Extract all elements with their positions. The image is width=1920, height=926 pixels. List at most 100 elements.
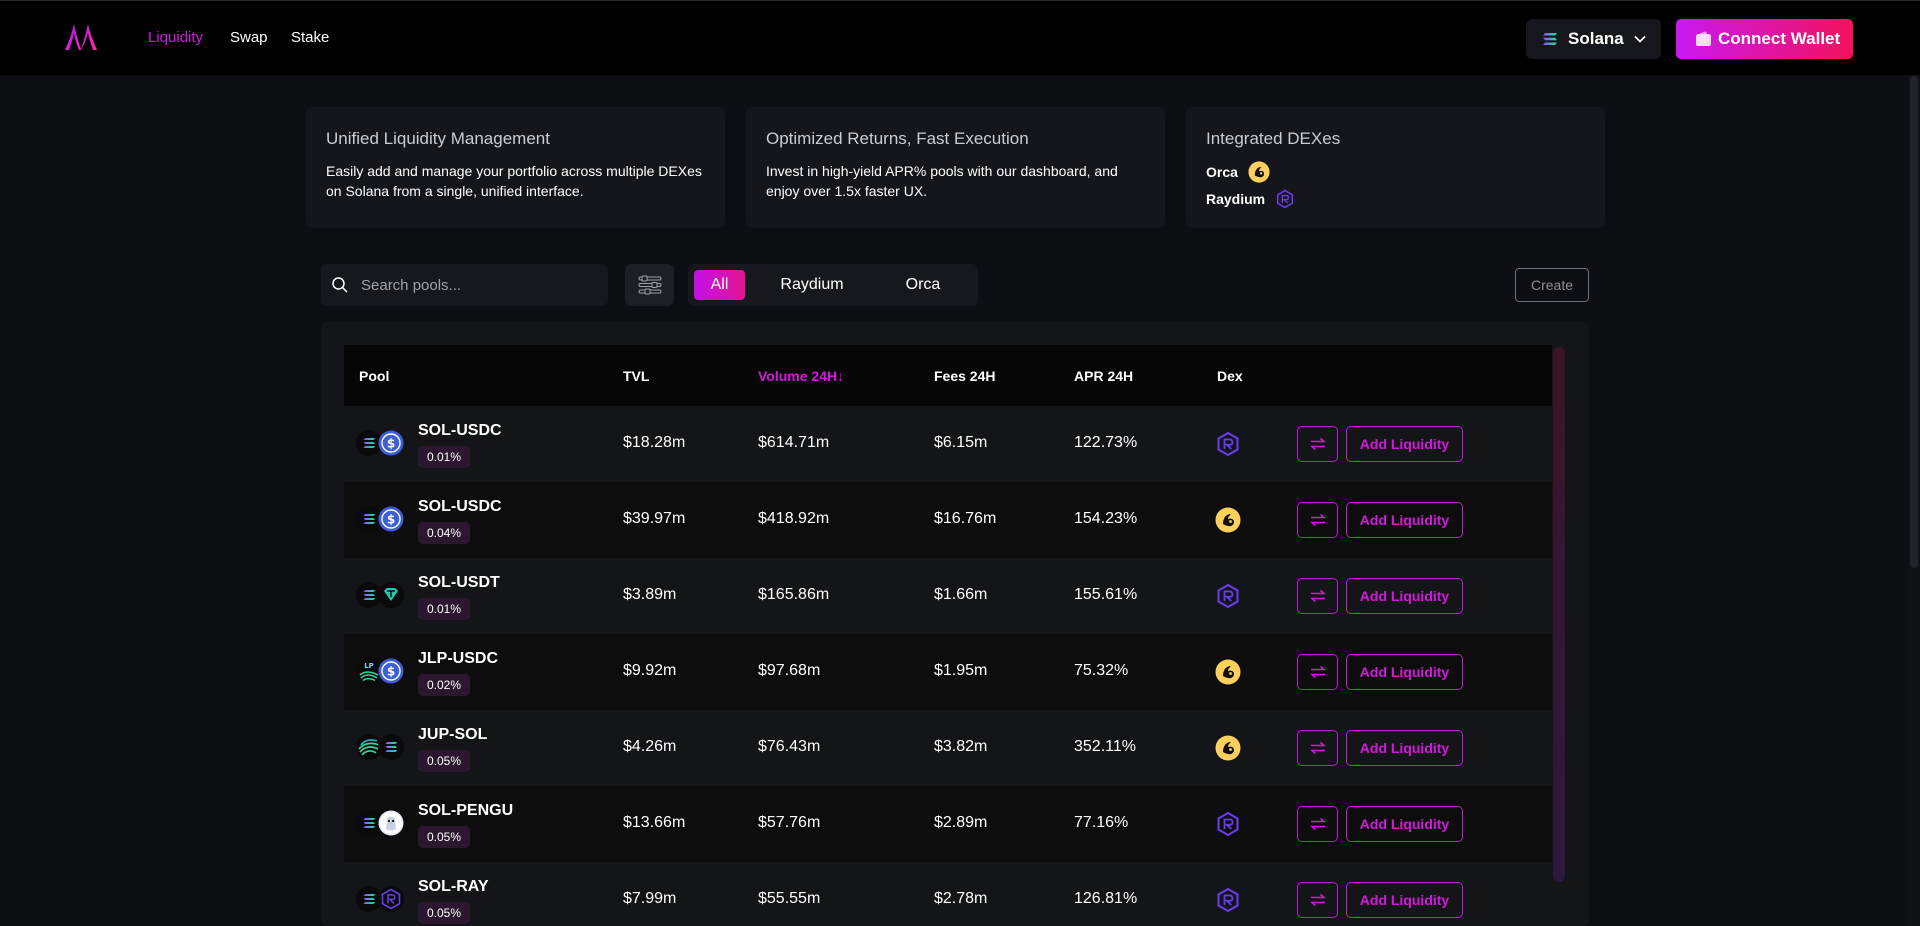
nav-swap[interactable]: Swap [230, 29, 268, 46]
wallet-icon [1696, 31, 1711, 46]
volume-value: $97.68m [758, 662, 821, 679]
table-row[interactable]: SOL-RAY 0.05% $7.99m $55.55m $2.78m 126.… [344, 862, 1552, 926]
fee-tier-badge: 0.05% [418, 826, 471, 848]
pools-table-container: Pool TVL Volume 24H↓ Fees 24H APR 24H De… [321, 322, 1589, 926]
sol-token-icon [356, 810, 382, 836]
table-scrollbar[interactable] [1553, 347, 1565, 882]
orca-icon [1215, 659, 1241, 685]
pool-name: SOL-USDC [418, 498, 502, 515]
fees-value: $2.78m [934, 890, 988, 907]
network-select[interactable]: Solana [1526, 19, 1661, 59]
fee-tier-badge: 0.01% [418, 598, 471, 620]
svg-text:$: $ [387, 437, 395, 451]
header-tvl[interactable]: TVL [623, 368, 649, 384]
apr-value: 352.11% [1074, 738, 1136, 755]
add-liquidity-button[interactable]: Add Liquidity [1346, 502, 1463, 538]
swap-arrows-icon [1309, 665, 1326, 679]
swap-arrows-icon [1309, 893, 1326, 907]
swap-button[interactable] [1297, 882, 1338, 918]
sort-desc-icon: ↓ [837, 367, 845, 384]
orca-icon [1215, 735, 1241, 761]
ray-token-icon [378, 886, 404, 912]
volume-value: $165.86m [758, 586, 830, 603]
add-liquidity-button[interactable]: Add Liquidity [1346, 654, 1463, 690]
volume-value: $57.76m [758, 814, 821, 831]
raydium-icon [1277, 189, 1294, 209]
swap-button[interactable] [1297, 730, 1338, 766]
card-title: Unified Liquidity Management [326, 129, 550, 148]
connect-wallet-button[interactable]: Connect Wallet [1676, 19, 1853, 59]
header-pool[interactable]: Pool [359, 368, 389, 384]
sol-token-icon [378, 734, 404, 760]
tvl-value: $4.26m [623, 738, 677, 755]
pengu-token-icon [378, 810, 404, 836]
jlp-token-icon: LP [356, 658, 382, 684]
swap-arrows-icon [1309, 817, 1326, 831]
fee-tier-badge: 0.02% [418, 674, 471, 696]
swap-button[interactable] [1297, 654, 1338, 690]
table-row[interactable]: SOL-PENGU 0.05% $13.66m $57.76m $2.89m 7… [344, 786, 1552, 862]
swap-button[interactable] [1297, 806, 1338, 842]
swap-arrows-icon [1309, 513, 1326, 527]
filter-all[interactable]: All [694, 270, 745, 300]
pool-name: SOL-USDT [418, 574, 500, 591]
nav-liquidity[interactable]: Liquidity [148, 29, 203, 46]
card-description: Easily add and manage your portfolio acr… [326, 163, 702, 199]
svg-text:$: $ [387, 665, 395, 679]
app-logo-icon[interactable] [63, 23, 98, 51]
search-box[interactable] [321, 264, 608, 306]
table-row[interactable]: SOL-USDT 0.01% $3.89m $165.86m $1.66m 15… [344, 558, 1552, 634]
nav-stake[interactable]: Stake [291, 29, 329, 46]
apr-value: 155.61% [1074, 586, 1138, 603]
card-description: Invest in high-yield APR% pools with our… [766, 163, 1118, 199]
page-scrollbar[interactable] [1908, 76, 1920, 926]
header-apr[interactable]: APR 24H [1074, 368, 1133, 384]
swap-arrows-icon [1309, 741, 1326, 755]
token-pair-icons [356, 582, 404, 608]
solana-icon [1543, 33, 1557, 45]
sol-token-icon [356, 430, 382, 456]
table-row[interactable]: $ SOL-USDC 0.01% $18.28m $614.71m $6.15m… [344, 406, 1552, 482]
raydium-icon [1217, 811, 1239, 837]
volume-value: $76.43m [758, 738, 821, 755]
header-dex: Dex [1217, 367, 1243, 384]
dex-name-orca: Orca [1206, 164, 1238, 180]
search-input[interactable] [361, 276, 601, 294]
pools-table: Pool TVL Volume 24H↓ Fees 24H APR 24H De… [344, 345, 1552, 926]
table-row[interactable]: LP $ JLP-USDC 0.02% $9.92m $97.68m $1.95… [344, 634, 1552, 710]
swap-button[interactable] [1297, 502, 1338, 538]
raydium-icon [1217, 887, 1239, 913]
info-card-returns: Optimized Returns, Fast Execution Invest… [746, 107, 1165, 228]
network-label: Solana [1568, 29, 1624, 48]
connect-wallet-label: Connect Wallet [1718, 29, 1841, 48]
swap-button[interactable] [1297, 426, 1338, 462]
filter-settings-button[interactable] [625, 264, 674, 306]
pool-name: SOL-PENGU [418, 802, 514, 819]
card-title: Optimized Returns, Fast Execution [766, 129, 1029, 148]
add-liquidity-button[interactable]: Add Liquidity [1346, 806, 1463, 842]
add-liquidity-button[interactable]: Add Liquidity [1346, 730, 1463, 766]
header-volume[interactable]: Volume 24H↓ [758, 368, 844, 384]
add-liquidity-button[interactable]: Add Liquidity [1346, 426, 1463, 462]
table-body: $ SOL-USDC 0.01% $18.28m $614.71m $6.15m… [344, 406, 1552, 926]
table-row[interactable]: JUP-SOL 0.05% $4.26m $76.43m $3.82m 352.… [344, 710, 1552, 786]
raydium-icon [1217, 431, 1239, 457]
swap-button[interactable] [1297, 578, 1338, 614]
tvl-value: $18.28m [623, 434, 686, 451]
fee-tier-badge: 0.01% [418, 446, 471, 468]
page-scrollbar-thumb[interactable] [1910, 76, 1918, 568]
add-liquidity-button[interactable]: Add Liquidity [1346, 578, 1463, 614]
add-liquidity-button[interactable]: Add Liquidity [1346, 882, 1463, 918]
filter-raydium[interactable]: Raydium [760, 270, 864, 300]
dex-orca-line: Orca [1206, 161, 1585, 183]
header-fees[interactable]: Fees 24H [934, 368, 995, 384]
create-pool-button[interactable]: Create [1515, 268, 1589, 302]
dex-raydium-line: Raydium [1206, 189, 1585, 209]
sol-token-icon [356, 506, 382, 532]
table-row[interactable]: $ SOL-USDC 0.04% $39.97m $418.92m $16.76… [344, 482, 1552, 558]
filter-orca[interactable]: Orca [878, 270, 968, 300]
fees-value: $1.95m [934, 662, 988, 679]
apr-value: 154.23% [1074, 510, 1138, 527]
tvl-value: $39.97m [623, 510, 686, 527]
table-scrollbar-thumb[interactable] [1553, 347, 1565, 882]
